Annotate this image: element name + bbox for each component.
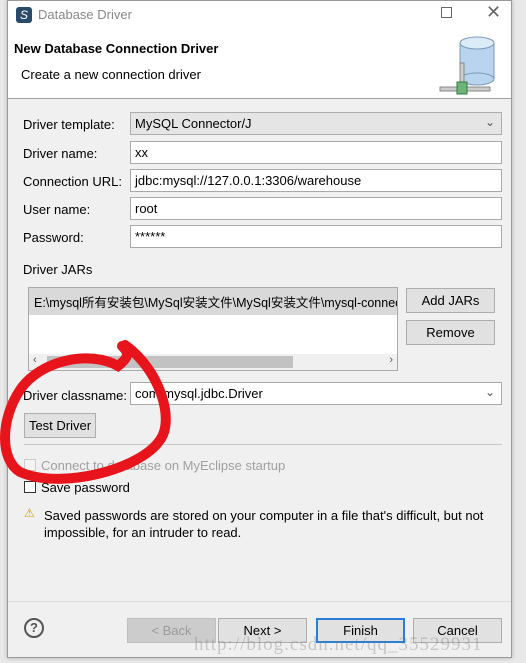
connect-startup-label: Connect to database on MyEclipse startup [41, 458, 286, 473]
window-title: Database Driver [38, 7, 132, 22]
watermark: http://blog.csdn.net/qq_35529931 [194, 634, 483, 655]
scroll-left-icon[interactable]: ‹ [33, 354, 37, 366]
close-icon[interactable]: ✕ [486, 2, 501, 23]
driver-jars-list[interactable]: E:\mysql所有安装包\MySql安装文件\MySql安装文件\mysql-… [28, 287, 398, 371]
driver-name-label: Driver name: [23, 146, 98, 161]
connect-startup-checkbox[interactable] [24, 459, 36, 471]
horizontal-scrollbar[interactable]: ‹ › [29, 354, 397, 370]
scrollbar-thumb[interactable] [47, 356, 293, 368]
database-driver-dialog: S Database Driver ✕ New Database Connect… [7, 0, 512, 658]
chevron-down-icon: ⌄ [484, 115, 495, 129]
chevron-down-icon: ⌄ [484, 385, 495, 399]
user-name-input[interactable]: root [130, 197, 502, 220]
connection-url-label: Connection URL: [23, 174, 122, 189]
password-label: Password: [23, 230, 84, 245]
remove-button[interactable]: Remove [406, 320, 495, 345]
help-icon[interactable]: ? [24, 618, 44, 638]
jar-list-item[interactable]: E:\mysql所有安装包\MySql安装文件\MySql安装文件\mysql-… [29, 288, 397, 315]
test-driver-button[interactable]: Test Driver [24, 413, 96, 438]
warning-text: Saved passwords are stored on your compu… [44, 508, 484, 540]
password-input[interactable]: ****** [130, 225, 502, 248]
driver-classname-combo[interactable]: com.mysql.jdbc.Driver ⌄ [130, 382, 502, 405]
app-logo-icon: S [16, 7, 32, 23]
save-password-checkbox[interactable] [24, 481, 36, 493]
driver-jars-label: Driver JARs [23, 262, 93, 277]
page-subtitle: Create a new connection driver [21, 67, 201, 82]
driver-template-value: MySQL Connector/J [135, 116, 252, 131]
connection-url-input[interactable]: jdbc:mysql://127.0.0.1:3306/warehouse [130, 169, 502, 192]
driver-classname-value: com.mysql.jdbc.Driver [135, 386, 263, 401]
database-icon [439, 36, 495, 95]
scroll-right-icon[interactable]: › [389, 354, 393, 366]
add-jars-button[interactable]: Add JARs [406, 288, 495, 313]
warning-icon: ⚠ [24, 506, 35, 520]
driver-template-label: Driver template: [23, 117, 115, 132]
wizard-header: New Database Connection Driver Create a … [8, 29, 511, 99]
driver-name-input[interactable]: xx [130, 141, 502, 164]
title-bar: S Database Driver ✕ [8, 1, 511, 29]
separator [24, 444, 502, 445]
driver-template-select[interactable]: MySQL Connector/J ⌄ [130, 112, 502, 135]
footer-separator [8, 601, 511, 602]
page-title: New Database Connection Driver [14, 41, 219, 56]
maximize-icon[interactable] [441, 7, 452, 18]
driver-classname-label: Driver classname: [23, 388, 128, 403]
user-name-label: User name: [23, 202, 91, 217]
save-password-label: Save password [41, 480, 130, 495]
